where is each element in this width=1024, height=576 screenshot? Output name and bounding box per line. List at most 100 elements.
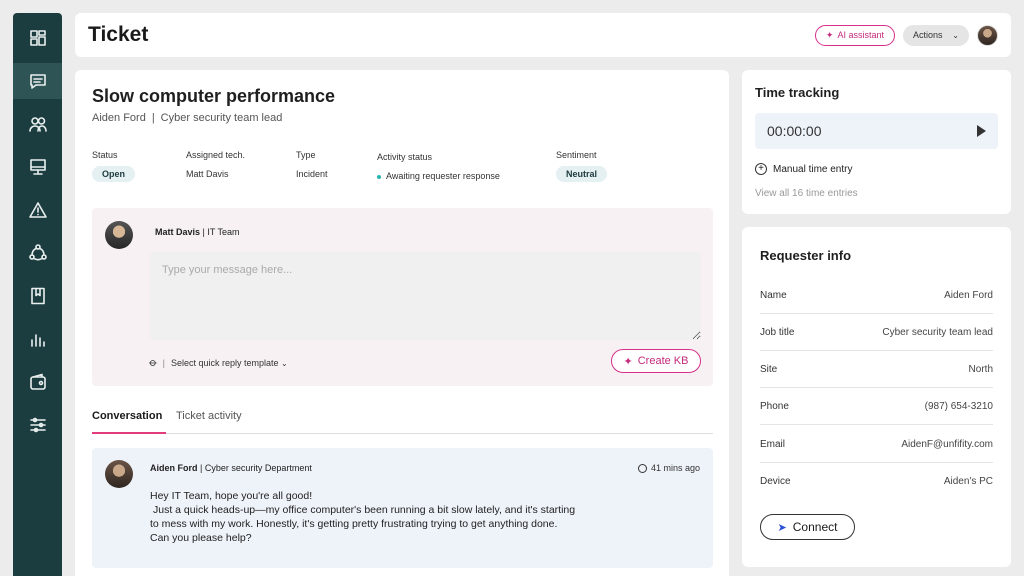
- row-value[interactable]: AidenF@unfifity.com: [901, 439, 993, 450]
- sparkle-icon: ✦: [623, 355, 633, 368]
- tab-ticket-activity[interactable]: Ticket activity: [176, 410, 242, 434]
- play-icon[interactable]: [977, 125, 986, 137]
- status-field: Status Open: [92, 150, 136, 182]
- ai-assistant-label: AI assistant: [837, 30, 884, 40]
- users-icon: [28, 117, 47, 132]
- connect-button[interactable]: ➤ Connect: [760, 514, 855, 540]
- requester-avatar: [105, 460, 133, 488]
- activity-status-text: Awaiting requester response: [386, 171, 500, 181]
- sidebar-item-users[interactable]: [13, 106, 62, 142]
- ticket-panel: Slow computer performance Aiden Ford | C…: [75, 70, 729, 576]
- manual-time-entry-button[interactable]: + Manual time entry: [755, 163, 852, 175]
- sidebar: [13, 13, 62, 576]
- clock-icon: [637, 463, 647, 473]
- dashboard-icon: [29, 30, 46, 46]
- row-value[interactable]: Aiden's PC: [944, 476, 993, 487]
- type-field: Type Incident: [296, 150, 328, 179]
- status-dot-icon: [377, 174, 381, 179]
- time-tracking-title: Time tracking: [755, 85, 840, 100]
- sidebar-item-integrations[interactable]: [13, 235, 62, 271]
- assigned-tech-label: Assigned tech.: [186, 150, 246, 160]
- time-tracking-card: Time tracking 00:00:00 + Manual time ent…: [742, 70, 1011, 214]
- quick-reply-template-dropdown[interactable]: Select quick reply template ⌄: [171, 358, 288, 368]
- subtitle-separator: |: [151, 112, 155, 124]
- reply-author: Matt Davis | IT Team: [155, 227, 240, 237]
- attachment-icon[interactable]: ⌀: [146, 356, 160, 369]
- requester-role: Cyber security team lead: [160, 112, 283, 124]
- reports-icon: [30, 334, 45, 347]
- top-header: Ticket ✦ AI assistant Actions ⌄: [75, 13, 1011, 57]
- status-badge[interactable]: Open: [92, 166, 136, 182]
- sidebar-item-billing[interactable]: [13, 364, 62, 400]
- sidebar-item-dashboard[interactable]: [13, 20, 62, 56]
- row-key: Site: [760, 363, 778, 375]
- requester-row-name: Name Aiden Ford: [760, 277, 993, 314]
- timer-value: 00:00:00: [767, 123, 822, 139]
- message-input[interactable]: [150, 252, 701, 340]
- row-key: Device: [760, 476, 791, 487]
- message-line: to mess with my work. Honestly, it's get…: [150, 518, 558, 530]
- sparkle-icon: ✦: [825, 29, 834, 40]
- status-label: Status: [92, 150, 118, 160]
- plus-circle-icon: +: [755, 163, 767, 175]
- assigned-tech-value[interactable]: Matt Davis: [186, 169, 245, 179]
- sidebar-item-alerts[interactable]: [13, 192, 62, 228]
- requester-info-card: Requester info Name Aiden Ford Job title…: [742, 227, 1011, 567]
- ticket-subtitle: Aiden Ford | Cyber security team lead: [92, 112, 282, 124]
- row-key: Phone: [760, 400, 789, 412]
- message-timestamp: 41 mins ago: [637, 463, 700, 473]
- requester-info-title: Requester info: [760, 248, 852, 263]
- quick-reply-template-label: Select quick reply template: [170, 357, 279, 368]
- sentiment-label: Sentiment: [556, 150, 597, 160]
- requester-row-email: Email AidenF@unfifity.com: [760, 426, 993, 463]
- message-line: Just a quick heads-up—my office computer…: [153, 504, 576, 516]
- row-key: Job title: [760, 326, 795, 338]
- remote-connect-icon: ➤: [777, 521, 787, 534]
- message-line: Can you please help?: [150, 532, 252, 544]
- row-value[interactable]: (987) 654-3210: [925, 401, 993, 412]
- sidebar-item-reports[interactable]: [13, 321, 62, 357]
- settings-icon: [29, 417, 46, 433]
- row-key: Email: [760, 438, 786, 450]
- manual-time-entry-label: Manual time entry: [773, 163, 853, 175]
- row-value: North: [968, 363, 993, 375]
- create-kb-label: Create KB: [637, 355, 689, 367]
- chevron-down-icon: ⌄: [281, 358, 288, 368]
- sentiment-badge[interactable]: Neutral: [556, 166, 608, 182]
- message-author: Aiden Ford | Cyber security Department: [150, 463, 312, 473]
- connect-label: Connect: [792, 520, 838, 534]
- requester-row-job-title: Job title Cyber security team lead: [760, 314, 993, 351]
- message-author-name: Aiden Ford: [150, 463, 198, 473]
- chevron-down-icon: ⌄: [952, 30, 959, 40]
- timer-display: 00:00:00: [755, 113, 998, 149]
- user-avatar[interactable]: [977, 24, 998, 46]
- toolbar-divider: |: [162, 357, 165, 368]
- devices-icon: [29, 159, 46, 175]
- sidebar-item-settings[interactable]: [13, 407, 62, 443]
- integrations-icon: [28, 244, 47, 261]
- create-kb-button[interactable]: ✦ Create KB: [611, 349, 701, 373]
- sentiment-field: Sentiment Neutral: [556, 150, 608, 182]
- agent-avatar: [105, 221, 133, 249]
- sidebar-item-tickets[interactable]: [13, 63, 62, 99]
- ai-assistant-button[interactable]: ✦ AI assistant: [814, 24, 895, 46]
- type-value[interactable]: Incident: [296, 169, 328, 179]
- tab-conversation[interactable]: Conversation: [92, 410, 166, 434]
- reply-composer: Matt Davis | IT Team ⌀ | Select quick re…: [92, 208, 713, 386]
- conversation-message: Aiden Ford | Cyber security Department 4…: [92, 448, 713, 568]
- requester-row-site: Site North: [760, 351, 993, 388]
- alerts-icon: [28, 202, 47, 218]
- view-all-time-entries-link[interactable]: View all 16 time entries: [755, 188, 858, 199]
- reply-toolbar: ⌀ | Select quick reply template ⌄: [146, 356, 288, 369]
- activity-status-value[interactable]: Awaiting requester response: [377, 171, 500, 181]
- row-value: Aiden Ford: [944, 289, 993, 301]
- header-actions: ✦ AI assistant Actions ⌄: [814, 24, 998, 46]
- requester-name: Aiden Ford: [92, 112, 146, 124]
- tickets-icon: [29, 74, 46, 89]
- sidebar-item-devices[interactable]: [13, 149, 62, 185]
- actions-dropdown[interactable]: Actions ⌄: [903, 24, 969, 46]
- row-key: Name: [760, 289, 787, 301]
- reply-author-team: | IT Team: [202, 227, 240, 237]
- sidebar-item-knowledge[interactable]: [13, 278, 62, 314]
- conversation-tabs: Conversation Ticket activity: [92, 410, 713, 434]
